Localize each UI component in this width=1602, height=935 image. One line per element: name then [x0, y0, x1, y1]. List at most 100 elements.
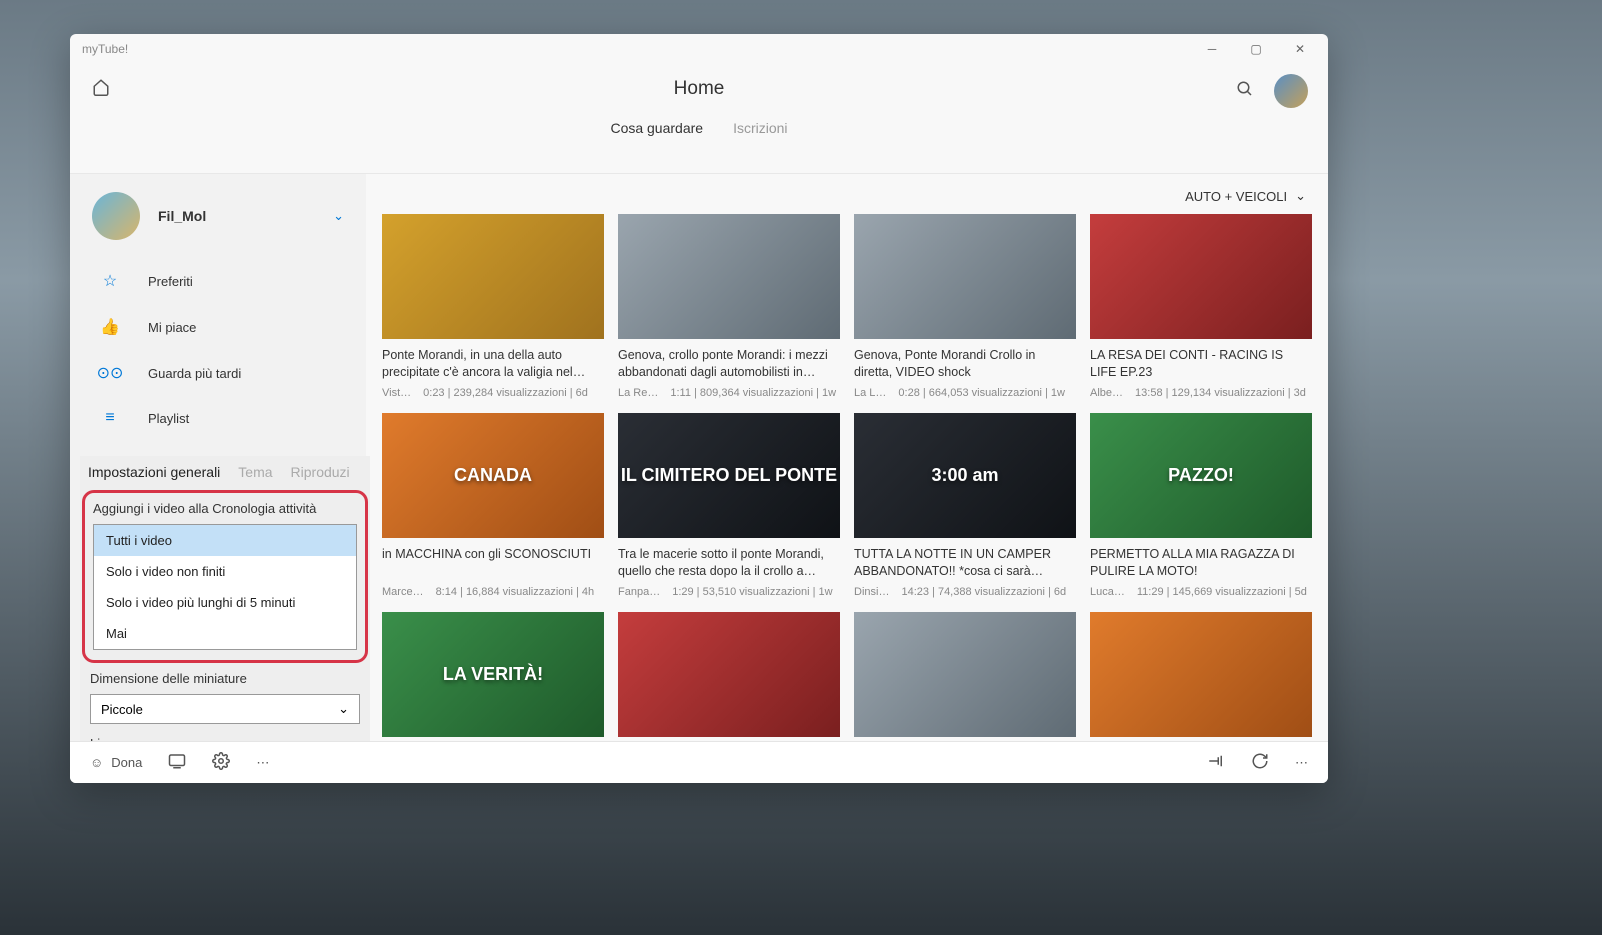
video-card[interactable]: LA VERITÀ!LA VERITÀ SULLE IMPENNATE | …… [382, 612, 604, 741]
content: AUTO + VEICOLI ⌄ Ponte Morandi, in una d… [366, 174, 1328, 741]
video-card[interactable]: Genova, crollo ponte Morandi: i mezzi ab… [618, 214, 840, 399]
activity-history-setting-highlighted: Aggiungi i video alla Cronologia attivit… [82, 490, 368, 663]
tab-what-to-watch[interactable]: Cosa guardare [610, 120, 703, 136]
category-dropdown[interactable]: AUTO + VEICOLI ⌄ [1185, 188, 1306, 204]
activity-dropdown-open: Tutti i video Solo i video non finiti So… [93, 524, 357, 650]
video-card[interactable]: LA RESA DEI CONTI - RACING IS LIFE EP.23… [1090, 214, 1312, 399]
refresh-button[interactable] [1251, 752, 1269, 773]
video-meta: La Re… 1:11 | 809,364 visualizzazioni | 1… [618, 387, 840, 399]
settings-button[interactable] [212, 752, 230, 773]
dropdown-option-long[interactable]: Solo i video più lunghi di 5 minuti [94, 587, 356, 618]
pin-icon [1207, 752, 1225, 773]
donate-button[interactable]: ☺ Dona [90, 755, 142, 770]
video-card[interactable]: 3:00 amTUTTA LA NOTTE IN UN CAMPER ABBAN… [854, 413, 1076, 598]
chevron-down-icon: ⌄ [333, 208, 344, 224]
video-thumbnail: CANADA [382, 413, 604, 538]
cast-button[interactable] [168, 752, 186, 773]
more-icon: ⋯ [256, 755, 269, 771]
dropdown-option-all[interactable]: Tutti i video [94, 525, 356, 556]
video-thumbnail [1090, 214, 1312, 339]
close-button[interactable]: ✕ [1278, 34, 1322, 64]
smile-icon: ☺ [90, 755, 103, 770]
dropdown-option-never[interactable]: Mai [94, 618, 356, 649]
video-stats: 13:58 | 129,134 visualizzazioni | 3d [1135, 387, 1306, 399]
thumbsize-select[interactable]: Piccole ⌄ [90, 694, 360, 724]
video-thumbnail [1090, 612, 1312, 737]
video-card[interactable]: Tormentata per anni a scuola, all'età…… [1090, 612, 1312, 741]
video-thumbnail [854, 214, 1076, 339]
video-grid: Ponte Morandi, in una della auto precipi… [382, 214, 1312, 741]
video-meta: Dinsi…14:23 | 74,388 visualizzazioni | 6… [854, 586, 1076, 598]
gear-icon [212, 752, 230, 773]
video-author: La L… [854, 387, 886, 399]
settings-tab-general[interactable]: Impostazioni generali [88, 464, 220, 480]
sidebar-item-label: Preferiti [148, 274, 193, 289]
video-title: LA RESA DEI CONTI - RACING IS LIFE EP.23 [1090, 347, 1312, 381]
video-thumbnail [618, 612, 840, 737]
video-author: La Re… [618, 387, 658, 399]
video-card[interactable]: CANADA in MACCHINA con gli SCONOSCIUTI Mar… [382, 413, 604, 598]
header: Home Cosa guardare Iscrizioni [70, 64, 1328, 174]
video-card[interactable]: PAZZO!PERMETTO ALLA MIA RAGAZZA DI PULIR… [1090, 413, 1312, 598]
video-card[interactable]: Ponte Morandi, in una della auto precipi… [382, 214, 604, 399]
video-thumbnail [382, 214, 604, 339]
page-title: Home [674, 78, 725, 100]
minimize-button[interactable]: ─ [1190, 34, 1234, 64]
video-author: Luca… [1090, 586, 1125, 598]
settings-tab-playback[interactable]: Riproduzi [291, 464, 350, 480]
video-title: in MACCHINA con gli SCONOSCIUTI [382, 546, 604, 580]
footer: ☺ Dona ⋯ [70, 741, 1328, 783]
watch-later-icon: ⊙⊙ [100, 363, 120, 383]
sidebar-item-favorites[interactable]: ☆ Preferiti [70, 258, 366, 304]
video-card[interactable]: IL CIMITERO DEL PONTE Tra le macerie sott… [618, 413, 840, 598]
video-meta: Luca…11:29 | 145,669 visualizzazioni | 5… [1090, 586, 1312, 598]
thumb-overlay-text: CANADA [454, 465, 532, 486]
video-meta: Marce… 8:14 | 16,884 visualizzazioni | 4h [382, 586, 604, 598]
video-title: Genova, crollo ponte Morandi: i mezzi ab… [618, 347, 840, 381]
video-author: Vist… [382, 387, 411, 399]
sidebar-item-watch-later[interactable]: ⊙⊙ Guarda più tardi [70, 350, 366, 396]
user-row[interactable]: Fil_Mol ⌄ [70, 174, 366, 258]
video-card[interactable]: SENZA GIULIA A FERRAGOSTO | …… [618, 612, 840, 741]
home-icon[interactable] [92, 78, 110, 101]
video-thumbnail: PAZZO! [1090, 413, 1312, 538]
avatar[interactable] [1274, 74, 1308, 108]
video-stats: 1:29 | 53,510 visualizzazioni | 1w [672, 586, 832, 598]
video-thumbnail [854, 612, 1076, 737]
more-button-right[interactable]: ⋯ [1295, 755, 1308, 771]
video-thumbnail: 3:00 am [854, 413, 1076, 538]
video-stats: 8:14 | 16,884 visualizzazioni | 4h [436, 586, 595, 598]
more-icon: ⋯ [1295, 755, 1308, 771]
dropdown-option-unfinished[interactable]: Solo i video non finiti [94, 556, 356, 587]
tab-subscriptions[interactable]: Iscrizioni [733, 120, 787, 136]
video-author: Marce… [382, 586, 424, 598]
video-title: Tra le macerie sotto il ponte Morandi, q… [618, 546, 840, 580]
chevron-down-icon: ⌄ [338, 701, 349, 717]
window-controls: ─ ▢ ✕ [1190, 34, 1322, 64]
settings-panel: Impostazioni generali Tema Riproduzi Agg… [80, 456, 370, 741]
video-thumbnail: LA VERITÀ! [382, 612, 604, 737]
category-value: AUTO + VEICOLI [1185, 189, 1287, 204]
sidebar-item-label: Guarda più tardi [148, 366, 241, 381]
sidebar-item-label: Mi piace [148, 320, 196, 335]
video-thumbnail [618, 214, 840, 339]
video-author: Fanpa… [618, 586, 660, 598]
video-stats: 14:23 | 74,388 visualizzazioni | 6d [901, 586, 1066, 598]
video-card[interactable]: Genova, Ponte Morandi Crollo in diretta,… [854, 214, 1076, 399]
video-card[interactable]: Mezzi per Muoversi Rivoluzionari che…… [854, 612, 1076, 741]
sidebar: Fil_Mol ⌄ ☆ Preferiti 👍 Mi piace ⊙⊙ Guar… [70, 174, 366, 741]
star-icon: ☆ [100, 271, 120, 291]
user-avatar [92, 192, 140, 240]
settings-tab-theme[interactable]: Tema [238, 464, 272, 480]
sidebar-item-likes[interactable]: 👍 Mi piace [70, 304, 366, 350]
pin-button[interactable] [1207, 752, 1225, 773]
sidebar-item-playlist[interactable]: ≡ Playlist [70, 396, 366, 440]
search-icon[interactable] [1236, 80, 1254, 103]
thumb-overlay-text: 3:00 am [931, 465, 998, 486]
thumb-overlay-text: IL CIMITERO DEL PONTE [621, 465, 837, 486]
video-stats: 1:11 | 809,364 visualizzazioni | 1w [670, 387, 836, 399]
maximize-button[interactable]: ▢ [1234, 34, 1278, 64]
video-meta: Albe…13:58 | 129,134 visualizzazioni | 3… [1090, 387, 1312, 399]
more-button[interactable]: ⋯ [256, 755, 269, 771]
thumbsize-value: Piccole [101, 702, 143, 717]
